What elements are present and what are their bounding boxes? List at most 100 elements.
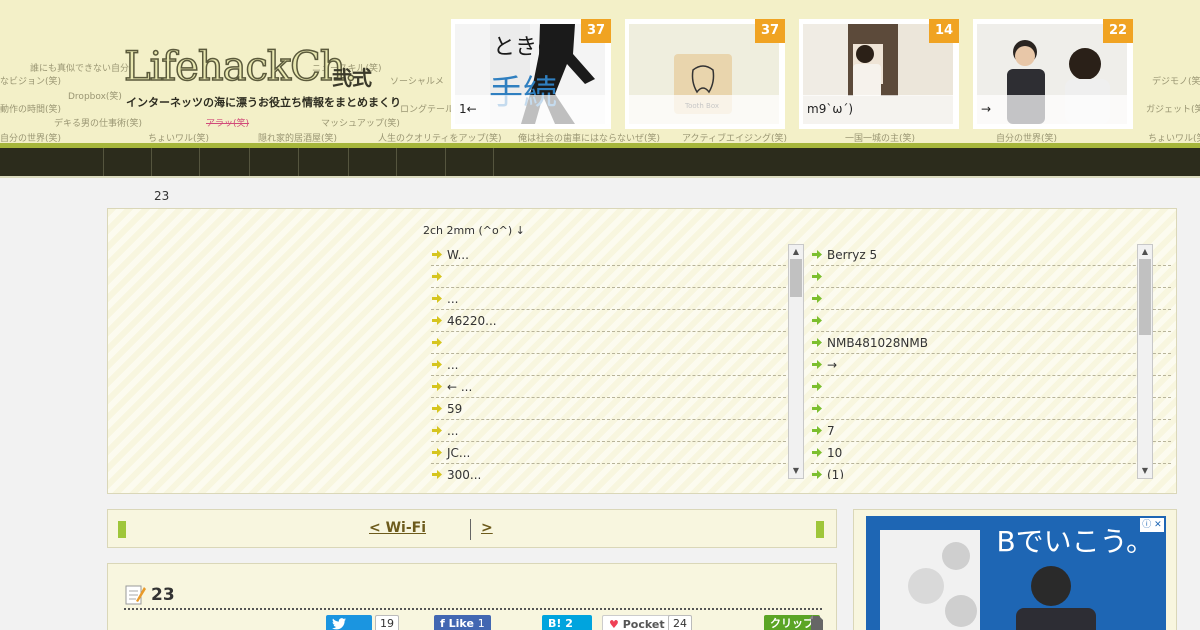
memo-icon <box>125 585 146 605</box>
list-item[interactable] <box>431 266 791 288</box>
facebook-like-icon: f <box>440 617 445 630</box>
tag-link[interactable]: なビジョン(笑) <box>0 74 61 87</box>
tag-link[interactable]: ガジェット(笑) <box>1146 102 1200 115</box>
list-item[interactable]: → <box>811 354 1171 376</box>
arrow-right-icon <box>432 382 442 391</box>
scrollbar-thumb[interactable] <box>790 259 802 297</box>
pager-accent <box>816 521 824 538</box>
list-item[interactable]: ← ... <box>431 376 791 398</box>
scroll-up-icon[interactable]: ▲ <box>1138 245 1152 259</box>
tag-link[interactable]: アラッ(笑) <box>206 116 249 129</box>
list-item[interactable]: (1) <box>811 464 1171 479</box>
list-item[interactable]: 300... <box>431 464 791 479</box>
logo-kanji: 弐式 <box>332 66 372 90</box>
list-item[interactable]: ... <box>431 288 791 310</box>
site-tagline: インターネッツの海に漂うお役立ち情報をまとめまくり <box>126 96 401 109</box>
list-item[interactable]: 10 <box>811 442 1171 464</box>
panel-title: 2ch 2mm (^o^) ↓ <box>423 224 525 237</box>
evernote-icon <box>809 615 823 630</box>
tag-link[interactable]: デジモノ(笑) <box>1152 74 1200 87</box>
site-header: 誰にも真似できない自分 なビジョン(笑) Dropbox(笑) 動作の時間(笑)… <box>0 0 1200 148</box>
ad-headline: Bでいこう。 <box>996 525 1154 558</box>
nav-item[interactable] <box>396 148 445 176</box>
nav-item[interactable] <box>103 148 151 176</box>
list-item[interactable]: JC... <box>431 442 791 464</box>
thumb-caption: → <box>977 95 1127 124</box>
list-item[interactable] <box>811 266 1171 288</box>
list-item[interactable] <box>431 332 791 354</box>
tag-link[interactable]: マッシュアップ(笑) <box>321 116 400 129</box>
thumb-caption <box>629 95 779 124</box>
arrow-right-icon <box>432 360 442 369</box>
tweet-count: 19 <box>375 615 399 630</box>
featured-thumb[interactable]: 22 → <box>973 19 1133 129</box>
list-item[interactable]: ... <box>431 420 791 442</box>
list-item[interactable]: 46220... <box>431 310 791 332</box>
list-item[interactable]: NMB481028NMB <box>811 332 1171 354</box>
nav-item[interactable] <box>493 148 494 176</box>
pocket-icon: ♥ <box>609 618 619 630</box>
arrow-right-icon <box>812 448 822 457</box>
arrow-right-icon <box>812 404 822 413</box>
arrow-right-icon <box>812 338 822 347</box>
pocket-count: 24 <box>668 615 692 630</box>
arrow-right-icon <box>432 426 442 435</box>
nav-item[interactable] <box>445 148 493 176</box>
arrow-right-icon <box>432 404 442 413</box>
tag-link[interactable]: デキる男の仕事術(笑) <box>54 116 142 129</box>
thumb-count-badge: 14 <box>929 19 959 43</box>
tag-link[interactable]: 誰にも真似できない自分 <box>30 61 129 74</box>
nav-item[interactable] <box>151 148 199 176</box>
right-list-scrollbar[interactable]: ▲ ▼ <box>1137 244 1153 479</box>
tag-link[interactable]: 動作の時間(笑) <box>0 102 61 115</box>
next-post-link[interactable]: > <box>481 520 569 536</box>
nav-item[interactable] <box>199 148 249 176</box>
list-item[interactable]: 7 <box>811 420 1171 442</box>
list-item[interactable]: 59 <box>431 398 791 420</box>
arrow-right-icon <box>812 250 822 259</box>
site-logo[interactable]: LifehackCh. 弐式 インターネッツの海に漂うお役立ち情報をまとめまくり <box>120 43 410 114</box>
tweet-button[interactable] <box>326 615 372 630</box>
pager-divider <box>470 519 471 540</box>
arrow-right-icon <box>432 250 442 259</box>
ad-banner[interactable]: Bでいこう。 ⓘ ✕ <box>866 516 1166 630</box>
scroll-down-icon[interactable]: ▼ <box>789 464 803 478</box>
featured-thumb[interactable]: Tooth Box 37 <box>625 19 785 129</box>
tag-link[interactable]: Dropbox(笑) <box>68 89 122 102</box>
nav-item[interactable] <box>298 148 348 176</box>
hatena-bookmark-button[interactable]: B! 2 <box>542 615 592 630</box>
pocket-button[interactable]: ♥ Pocket <box>602 615 672 630</box>
list-item[interactable] <box>811 310 1171 332</box>
featured-thumb[interactable]: 14 m9`ω´) <box>799 19 959 129</box>
thumb-count-badge: 22 <box>1103 19 1133 43</box>
list-item[interactable]: W... <box>431 244 791 266</box>
left-list-scrollbar[interactable]: ▲ ▼ <box>788 244 804 479</box>
list-item[interactable] <box>811 398 1171 420</box>
arrow-right-icon <box>812 470 822 479</box>
ad-close-icon[interactable]: ⓘ ✕ <box>1140 518 1164 532</box>
article-title: 23 <box>151 585 175 605</box>
arrow-right-icon <box>812 360 822 369</box>
list-item[interactable]: ... <box>431 354 791 376</box>
featured-thumb[interactable]: ときの 手続 37 1← <box>451 19 611 129</box>
facebook-like-button[interactable]: f Like 1 <box>434 615 491 630</box>
title-divider <box>124 608 822 610</box>
left-link-list: W... ... 46220... ... ← ... 59 ... JC...… <box>431 244 791 479</box>
arrow-right-icon <box>812 316 822 325</box>
scrollbar-thumb[interactable] <box>1139 259 1151 335</box>
list-item[interactable]: Berryz 5 <box>811 244 1171 266</box>
pager-accent <box>118 521 126 538</box>
nav-item[interactable] <box>249 148 298 176</box>
arrow-right-icon <box>432 294 442 303</box>
thumb-caption: 1← <box>455 95 605 124</box>
prev-post-link[interactable]: < Wi-Fi <box>369 520 426 536</box>
arrow-right-icon <box>812 382 822 391</box>
arrow-right-icon <box>432 470 442 479</box>
nav-item[interactable] <box>348 148 396 176</box>
list-item[interactable] <box>811 376 1171 398</box>
scroll-down-icon[interactable]: ▼ <box>1138 464 1152 478</box>
list-item[interactable] <box>811 288 1171 310</box>
article-header: 23 19 f Like 1 B! 2 ♥ Pocket 24 クリップ <box>107 563 837 630</box>
right-link-list: Berryz 5 NMB481028NMB → 7 10 (1) <box>811 244 1171 479</box>
scroll-up-icon[interactable]: ▲ <box>789 245 803 259</box>
